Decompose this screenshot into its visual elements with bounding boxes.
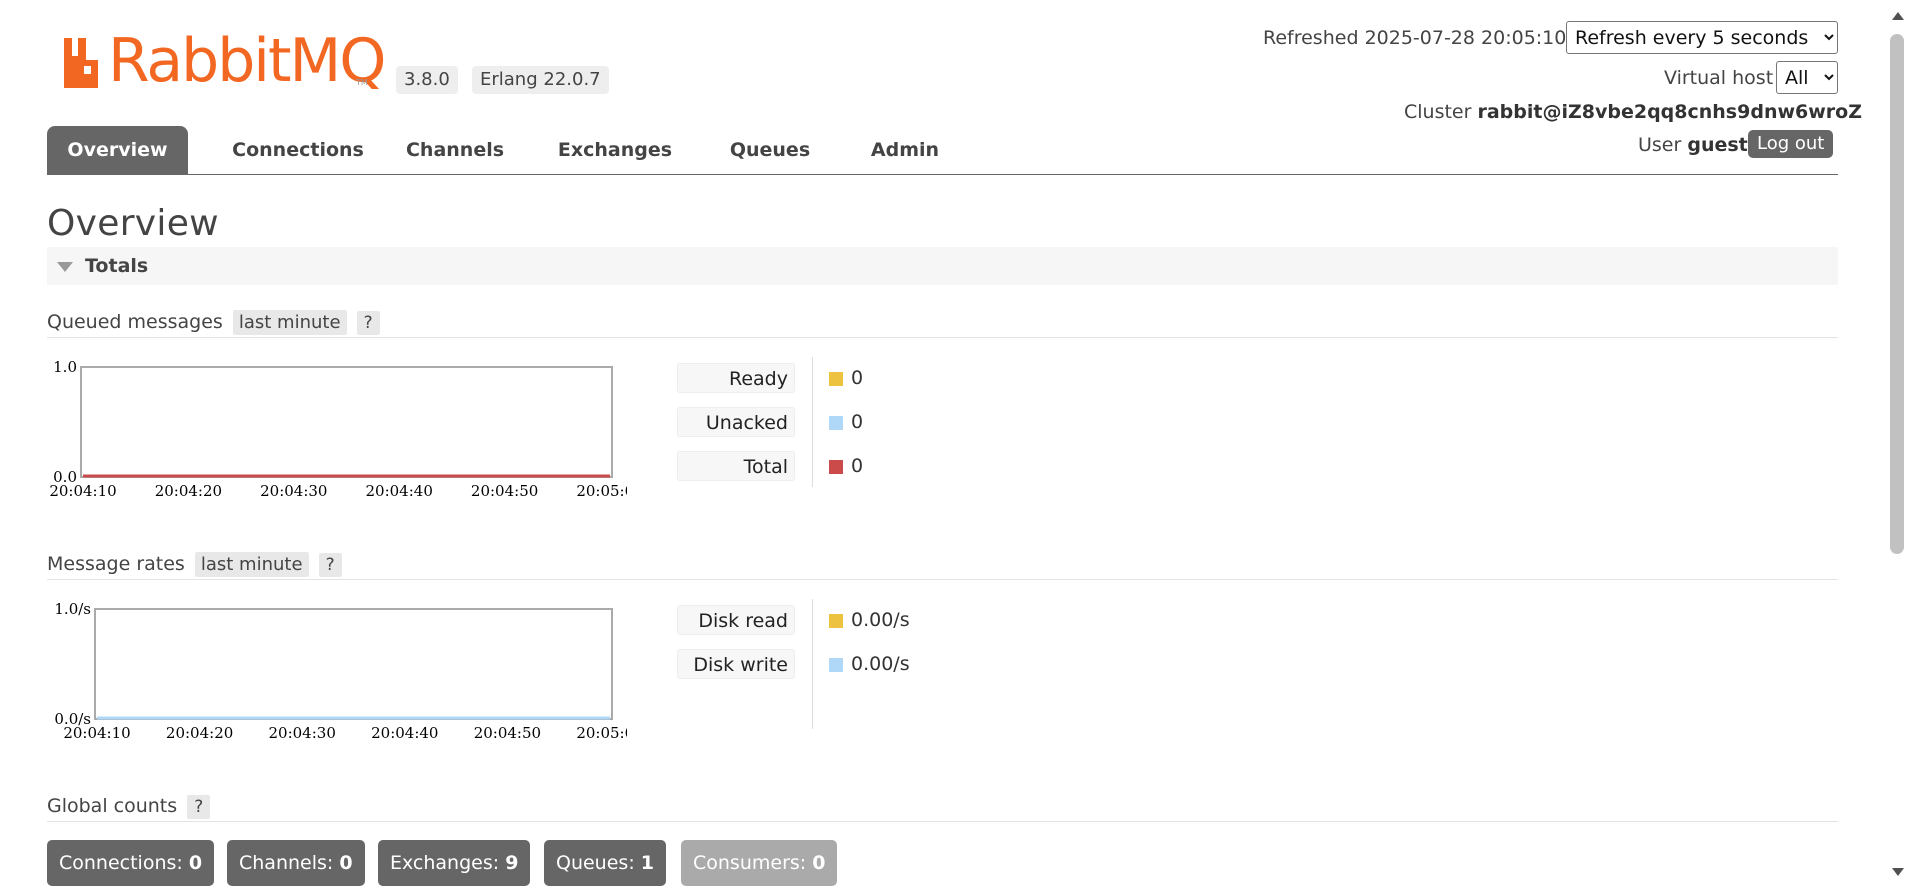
exchanges-count-value: 9: [505, 852, 519, 874]
queued-ytick-max: 1.0: [53, 358, 77, 376]
cluster-name: rabbit@iZ8vbe2qq8cnhs9dnw6wroZ: [1477, 101, 1862, 123]
rates-range-selector[interactable]: last minute: [194, 552, 309, 577]
rates-legend-row-disk-read: Disk read 0.00/s: [677, 605, 1077, 637]
scrollbar-thumb[interactable]: [1890, 34, 1904, 554]
rates-xtick-5: 20:05:00: [576, 724, 627, 742]
channels-count-value: 0: [339, 852, 353, 874]
tab-queues[interactable]: Queues: [705, 126, 835, 174]
rates-legend-value-disk-write: 0.00/s: [851, 653, 910, 675]
global-counts-title: Global counts: [47, 795, 178, 817]
queued-plot-frame: [80, 366, 613, 478]
global-counts-heading: Global counts ?: [47, 795, 211, 819]
page-scrollbar[interactable]: [1888, 0, 1908, 891]
rates-legend-label-disk-read: Disk read: [677, 605, 795, 635]
message-rates-heading: Message rates last minute ?: [47, 552, 342, 577]
queued-legend-swatch-total: [829, 460, 843, 474]
message-rates-title: Message rates: [47, 553, 185, 575]
scroll-up-arrow-icon[interactable]: [1892, 12, 1904, 20]
queued-legend-row-total: Total 0: [677, 451, 1077, 483]
queued-legend-label-unacked: Unacked: [677, 407, 795, 437]
queued-legend-value-unacked: 0: [851, 411, 864, 433]
queued-range-selector[interactable]: last minute: [232, 310, 347, 335]
exchanges-count-label: Exchanges:: [390, 852, 500, 874]
queues-count-button[interactable]: Queues: 1: [544, 840, 666, 886]
rabbitmq-logo[interactable]: RabbitMQ TM: [62, 26, 386, 96]
queues-count-value: 1: [640, 852, 654, 874]
exchanges-count-button[interactable]: Exchanges: 9: [378, 840, 531, 886]
queued-chart-svg: 1.00.020:04:10 20:04:20 20:04:30 20:04:40 20…: [49, 358, 643, 500]
message-rates-chart: 1.0/s 0.0/s 20:04:10 20:04:20 20:04:30 20:04:…: [47, 600, 643, 750]
channels-count-label: Channels:: [239, 852, 334, 874]
vhost-label: Virtual host: [1664, 67, 1774, 89]
rates-xtick-0: 20:04:10: [63, 724, 130, 742]
consumers-count-button[interactable]: Consumers: 0: [681, 840, 838, 886]
consumers-count-label: Consumers:: [693, 852, 807, 874]
queued-legend-label-ready: Ready: [677, 363, 795, 393]
global-counts-help-button[interactable]: ?: [187, 795, 211, 819]
rates-divider: [47, 579, 1838, 580]
totals-section-label: Totals: [85, 255, 149, 277]
page-title: Overview: [47, 203, 219, 244]
queued-messages-title: Queued messages: [47, 311, 223, 333]
refreshed-text: Refreshed 2025-07-28 20:05:10: [1263, 27, 1566, 49]
queued-xtick-5: 20:05:00: [576, 482, 627, 500]
connections-count-label: Connections:: [59, 852, 183, 874]
refreshed-time: 2025-07-28 20:05:10: [1364, 27, 1567, 49]
queued-help-button[interactable]: ?: [356, 311, 380, 335]
consumers-count-value: 0: [812, 852, 826, 874]
main-nav-tabs: Overview Connections Channels Exchanges …: [47, 126, 1838, 175]
queued-xtick-2: 20:04:30: [260, 482, 327, 500]
logo-wordmark: RabbitMQ: [108, 26, 386, 96]
tab-connections[interactable]: Connections: [218, 126, 378, 174]
refreshed-label: Refreshed: [1263, 27, 1359, 49]
connections-count-button[interactable]: Connections: 0: [47, 840, 215, 886]
queued-legend-value-total: 0: [851, 455, 864, 477]
refresh-interval-select[interactable]: Refresh every 5 seconds: [1566, 21, 1838, 54]
tab-channels[interactable]: Channels: [385, 126, 525, 174]
tab-exchanges[interactable]: Exchanges: [535, 126, 695, 174]
queued-xtick-0: 20:04:10: [49, 482, 116, 500]
version-badge: 3.8.0: [396, 66, 458, 94]
queued-messages-heading: Queued messages last minute ?: [47, 310, 380, 335]
cluster-label: Cluster: [1404, 101, 1472, 123]
vhost-select[interactable]: All: [1776, 61, 1838, 94]
queued-xtick-4: 20:04:50: [471, 482, 538, 500]
rates-help-button[interactable]: ?: [318, 553, 342, 577]
queued-legend-label-total: Total: [677, 451, 795, 481]
queued-divider: [47, 337, 1838, 338]
logo-trademark: TM: [356, 78, 368, 87]
queued-legend-row-ready: Ready 0: [677, 363, 1077, 395]
queues-count-label: Queues:: [556, 852, 635, 874]
scroll-down-arrow-icon[interactable]: [1892, 868, 1904, 876]
global-counts-divider: [47, 821, 1838, 822]
rates-xtick-1: 20:04:20: [166, 724, 233, 742]
rates-xtick-3: 20:04:40: [371, 724, 438, 742]
rates-xtick-4: 20:04:50: [474, 724, 541, 742]
rates-legend-swatch-disk-read: [829, 614, 843, 628]
tab-overview[interactable]: Overview: [47, 126, 188, 174]
erlang-badge: Erlang 22.0.7: [472, 66, 609, 94]
rates-ytick-max: 1.0/s: [54, 600, 91, 618]
queued-legend-value-ready: 0: [851, 367, 864, 389]
tab-admin[interactable]: Admin: [845, 126, 965, 174]
rates-legend-label-disk-write: Disk write: [677, 649, 795, 679]
rates-legend-value-disk-read: 0.00/s: [851, 609, 910, 631]
rates-chart-svg: 1.0/s0.0/s20:04:10 20:04:20 20:04:30 20:04:…: [54, 600, 643, 742]
rates-legend-row-disk-write: Disk write 0.00/s: [677, 649, 1077, 681]
cluster-info: Cluster rabbit@iZ8vbe2qq8cnhs9dnw6wroZ: [1404, 101, 1862, 123]
collapse-triangle-icon: [57, 262, 73, 272]
totals-section-toggle[interactable]: Totals: [47, 247, 1838, 285]
queued-messages-chart: 1.0 0.0 20:04:10 20:04:20 20:04:30 20:04:40 20…: [47, 358, 643, 508]
connections-count-value: 0: [188, 852, 203, 874]
rates-legend-swatch-disk-write: [829, 658, 843, 672]
queued-legend-swatch-ready: [829, 372, 843, 386]
rates-plot-frame: [94, 608, 613, 720]
queued-xtick-1: 20:04:20: [155, 482, 222, 500]
channels-count-button[interactable]: Channels: 0: [227, 840, 365, 886]
queued-xtick-3: 20:04:40: [366, 482, 433, 500]
rates-xtick-2: 20:04:30: [269, 724, 336, 742]
queued-legend-swatch-unacked: [829, 416, 843, 430]
queued-legend-row-unacked: Unacked 0: [677, 407, 1077, 439]
